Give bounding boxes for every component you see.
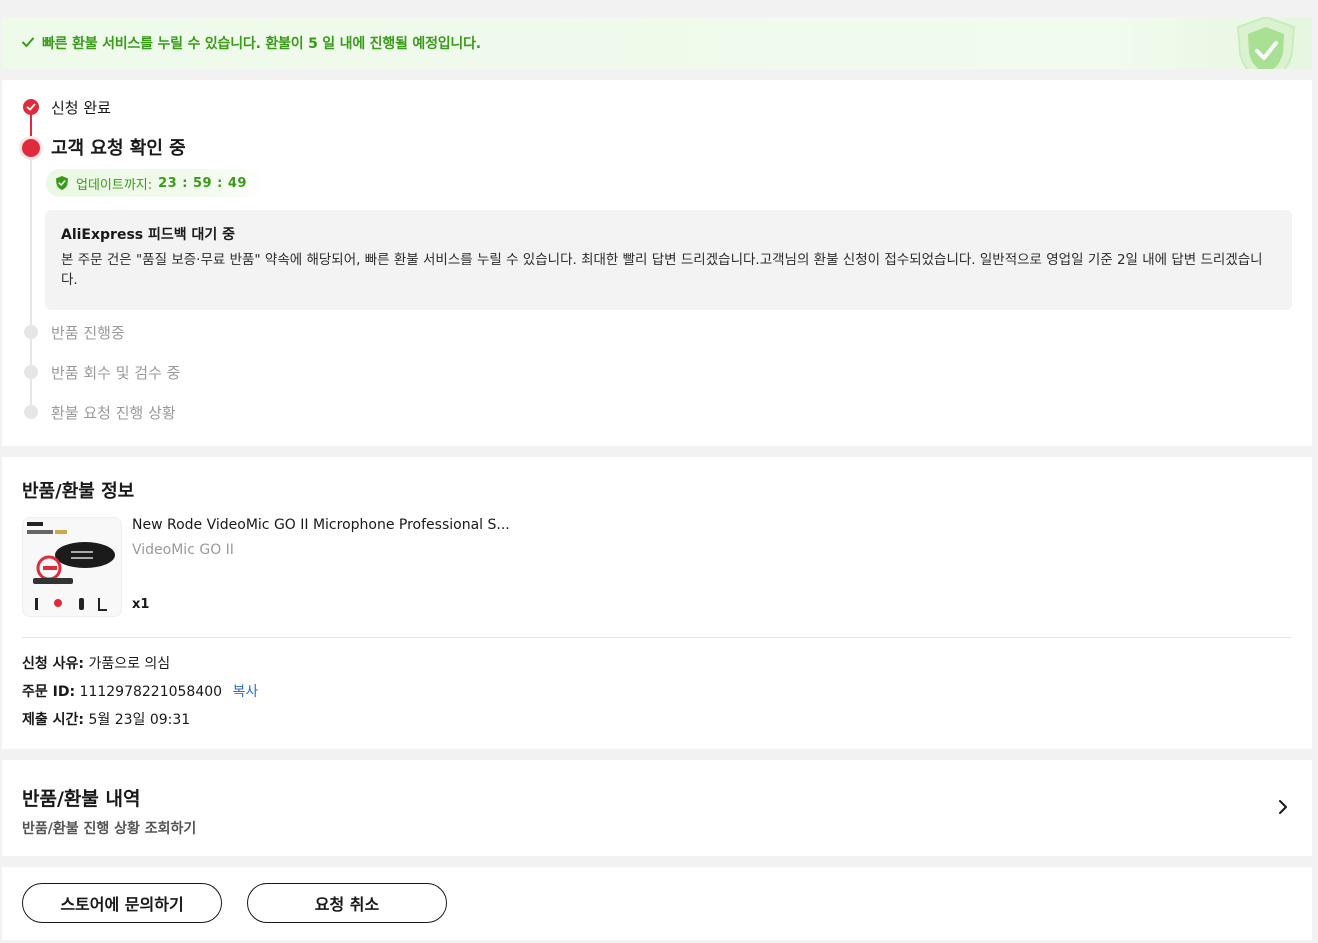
reason-label: 신청 사유: bbox=[22, 656, 84, 672]
timer-value: 23 : 59 : 49 bbox=[158, 175, 247, 191]
step-return-label: 반품 진행중 bbox=[51, 324, 125, 342]
feedback-body: 본 주문 건은 "품질 보증·무료 반품" 약속에 해당되어, 빠른 환불 서비… bbox=[61, 252, 1263, 288]
shield-check-icon bbox=[1236, 17, 1296, 69]
step-pending-dot bbox=[24, 365, 38, 379]
step-refund-label: 환불 요청 진행 상황 bbox=[51, 404, 176, 422]
feedback-box: AliExpress 피드백 대기 중 본 주문 건은 "품질 보증·무료 반품… bbox=[45, 210, 1292, 310]
step-applied-label: 신청 완료 bbox=[51, 99, 111, 117]
feedback-title: AliExpress 피드백 대기 중 bbox=[61, 227, 236, 243]
order-id-row: 주문 ID: 1112978221058400 복사 bbox=[22, 681, 258, 701]
timer-label: 업데이트까지: bbox=[76, 177, 153, 193]
step-current-dot bbox=[22, 139, 40, 157]
product-name[interactable]: New Rode VideoMic GO II Microphone Profe… bbox=[132, 517, 510, 533]
step-pending-dot bbox=[24, 325, 38, 339]
reason-value: 가품으로 의심 bbox=[88, 656, 171, 672]
refund-info-card: 반품/환불 정보 New Rode VideoMic GO II Microph… bbox=[2, 457, 1312, 749]
order-id-label: 주문 ID: bbox=[22, 684, 76, 700]
submit-time-row: 제출 시간: 5월 23일 09:31 bbox=[22, 709, 190, 729]
submit-time-value: 5월 23일 09:31 bbox=[88, 712, 191, 728]
contact-store-button[interactable]: 스토어에 문의하기 bbox=[22, 883, 222, 923]
refund-banner: 빠른 환불 서비스를 누릴 수 있습니다. 환불이 5 일 내에 진행될 예정입… bbox=[2, 17, 1312, 69]
step-current-label: 고객 요청 확인 중 bbox=[51, 138, 186, 159]
section-title: 반품/환불 정보 bbox=[22, 481, 135, 502]
product-quantity: x1 bbox=[132, 597, 150, 612]
shield-icon bbox=[56, 176, 68, 190]
update-timer: 업데이트까지: 23 : 59 : 49 bbox=[46, 169, 265, 197]
check-icon bbox=[22, 37, 34, 47]
refund-history-link[interactable]: 반품/환불 내역 반품/환불 진행 상황 조회하기 bbox=[2, 760, 1312, 856]
reason-row: 신청 사유: 가품으로 의심 bbox=[22, 653, 170, 673]
step-inspection-label: 반품 회수 및 검수 중 bbox=[51, 364, 181, 382]
submit-time-label: 제출 시간: bbox=[22, 712, 84, 728]
order-id-value: 1112978221058400 bbox=[79, 684, 223, 700]
chevron-right-icon[interactable] bbox=[1276, 798, 1290, 816]
product-variant: VideoMic GO II bbox=[132, 542, 234, 558]
copy-order-id-link[interactable]: 복사 bbox=[233, 684, 259, 700]
step-done-icon bbox=[23, 99, 39, 115]
history-subtitle: 반품/환불 진행 상황 조회하기 bbox=[22, 821, 197, 837]
step-pending-dot bbox=[24, 405, 38, 419]
history-title: 반품/환불 내역 bbox=[22, 788, 141, 810]
product-image[interactable] bbox=[22, 517, 122, 617]
actions-bar: 스토어에 문의하기 요청 취소 bbox=[2, 867, 1312, 940]
banner-message: 빠른 환불 서비스를 누릴 수 있습니다. 환불이 5 일 내에 진행될 예정입… bbox=[42, 36, 481, 52]
cancel-request-button[interactable]: 요청 취소 bbox=[247, 883, 447, 923]
divider bbox=[22, 637, 1292, 638]
refund-status-card: 신청 완료 고객 요청 확인 중 업데이트까지: 23 : 59 : 49 Al… bbox=[2, 80, 1312, 446]
